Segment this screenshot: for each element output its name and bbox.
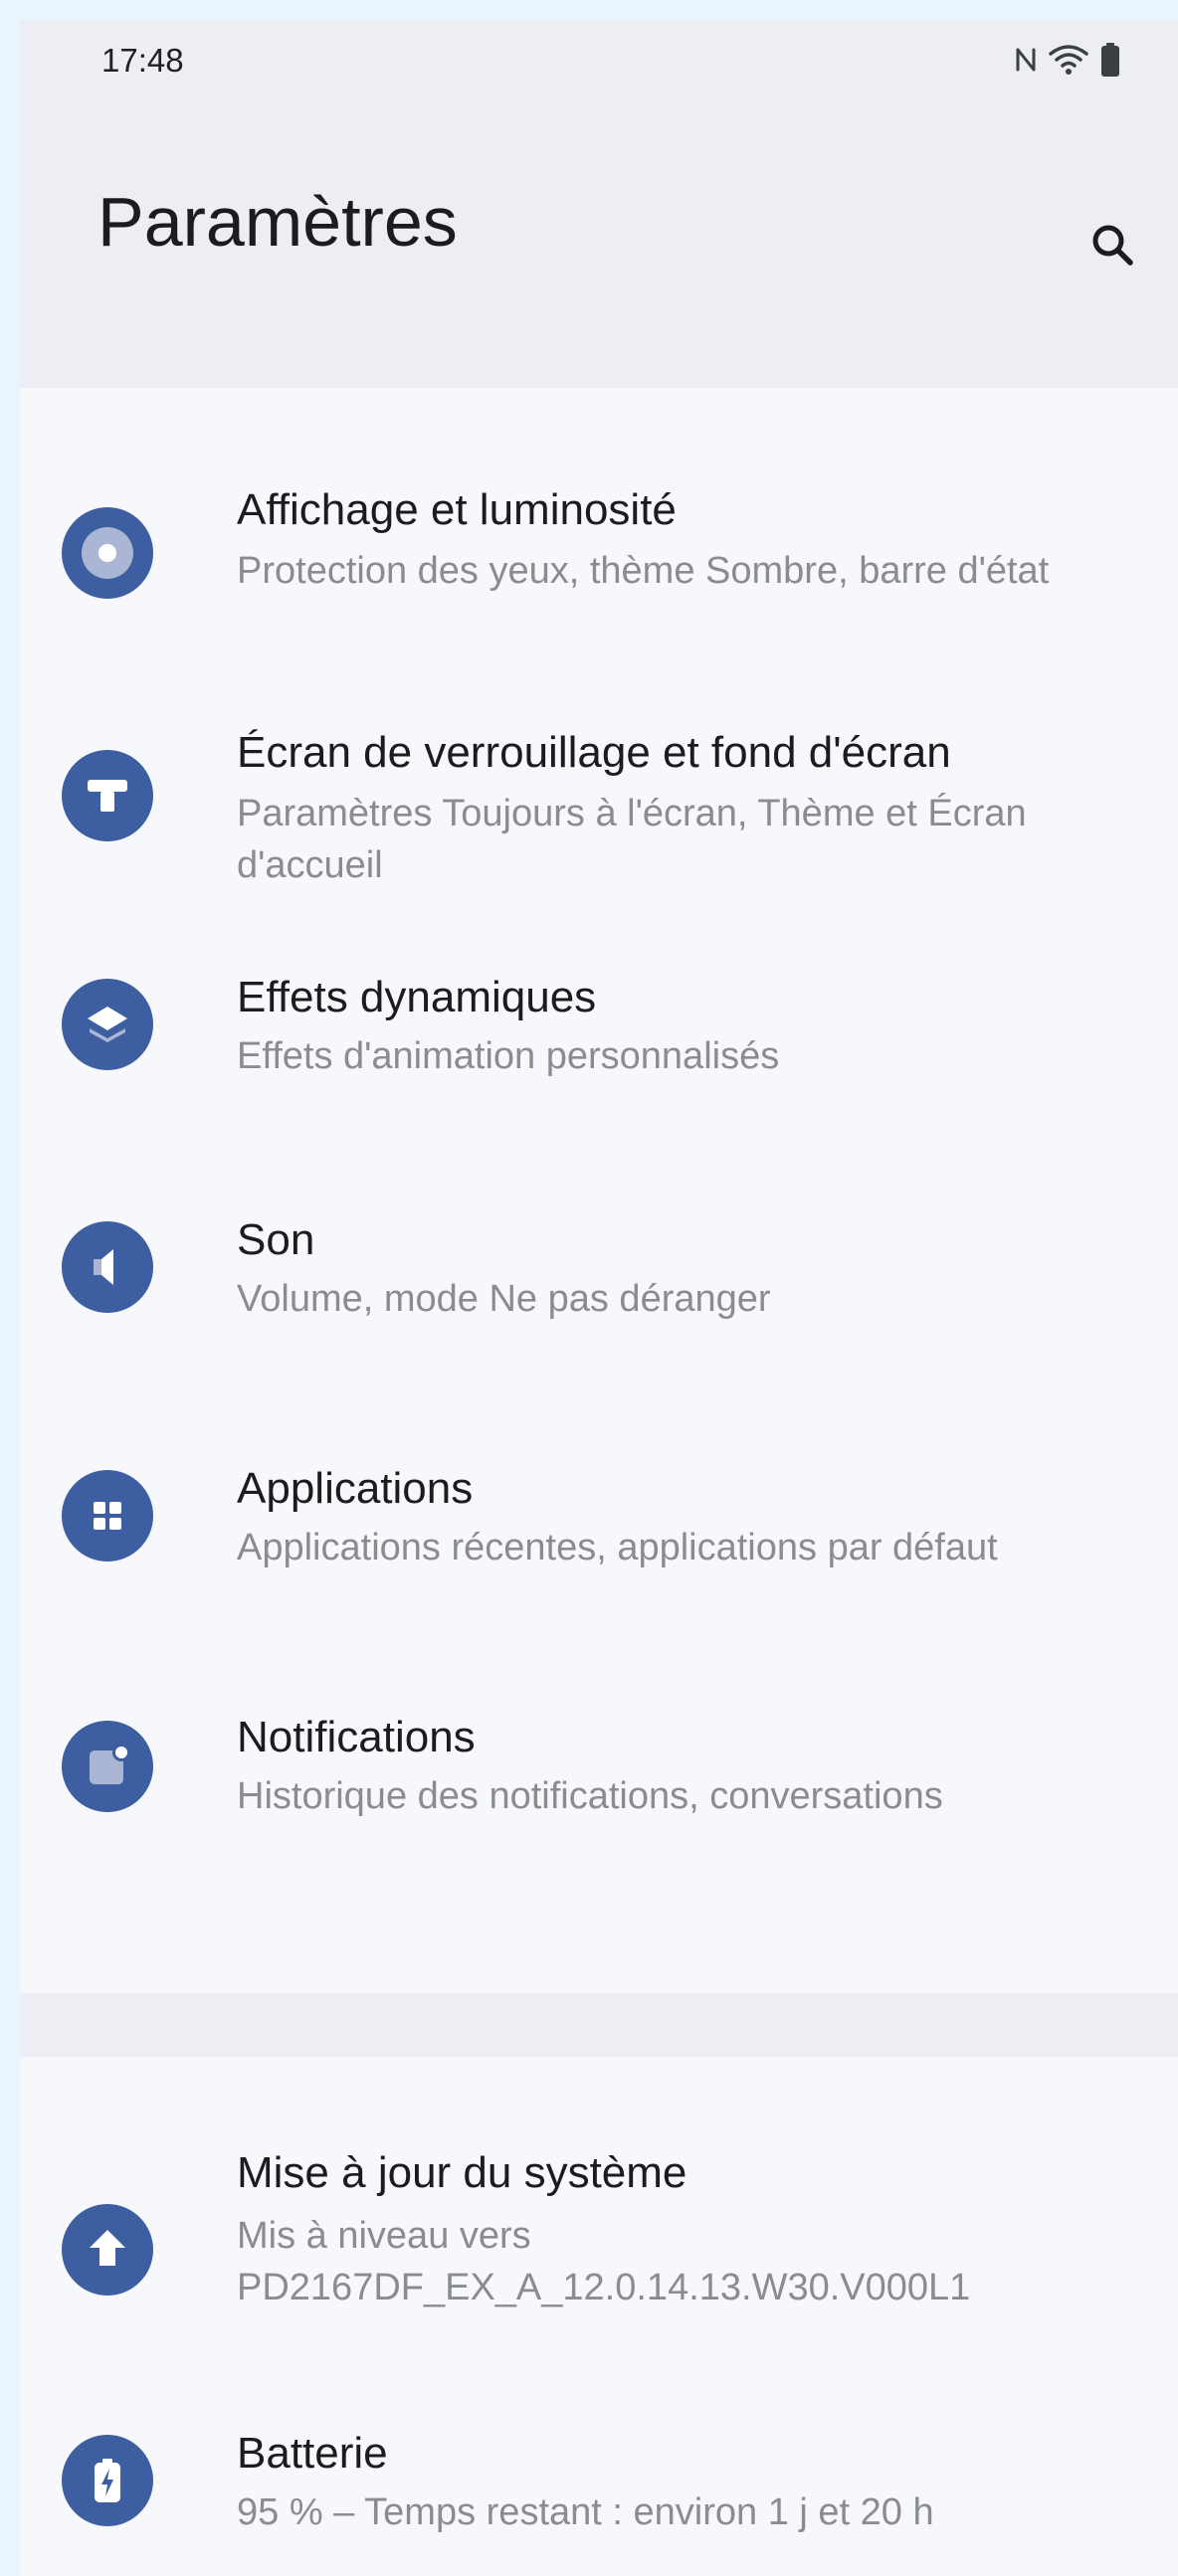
settings-screen: 17:48 Paramètres Affichage et luminosité… [20,20,1178,2576]
settings-item-subtitle: Applications récentes, applications par … [237,1527,998,1568]
settings-item-subtitle: Volume, mode Ne pas déranger [237,1278,771,1320]
settings-item-title: Affichage et luminosité [237,485,677,534]
battery-icon [1100,43,1120,77]
nfc-icon [1015,47,1037,73]
notifications-icon [62,1721,153,1812]
settings-item-apps[interactable]: Applications Applications récentes, appl… [20,1373,1178,1621]
dynamic-effects-icon [62,979,153,1070]
settings-item-battery[interactable]: Batterie 95 % – Temps restant : environ … [20,2335,1178,2576]
battery-charging-icon [62,2435,153,2526]
settings-item-title: Mise à jour du système [237,2148,687,2197]
settings-item-title: Applications [237,1464,474,1513]
settings-item-title: Batterie [237,2429,388,2478]
sound-icon [62,1221,153,1313]
settings-item-sound[interactable]: Son Volume, mode Ne pas déranger [20,1124,1178,1373]
settings-item-title: Écran de verrouillage et fond d'écran [237,728,951,777]
settings-item-subtitle: Paramètres Toujours à l'écran, Thème et … [237,793,1027,886]
settings-item-subtitle: Effets d'animation personnalisés [237,1035,780,1077]
settings-item-title: Notifications [237,1713,476,1761]
settings-item-lockscreen[interactable]: Écran de verrouillage et fond d'écran Pa… [20,635,1178,886]
status-time: 17:48 [101,42,184,79]
search-button[interactable] [1082,217,1142,276]
settings-item-dynamic-effects[interactable]: Effets dynamiques Effets d'animation per… [20,881,1178,1124]
settings-item-notifications[interactable]: Notifications Historique des notificatio… [20,1621,1178,1870]
settings-group-2: Mise à jour du système Mis à niveau vers… [20,2057,1178,2576]
settings-item-system-update[interactable]: Mise à jour du système Mis à niveau vers… [20,2057,1178,2335]
settings-item-display[interactable]: Affichage et luminosité Protection des y… [20,388,1178,635]
search-icon [1090,223,1134,272]
display-brightness-icon [62,507,153,599]
apps-icon [62,1470,153,1562]
settings-item-title: Effets dynamiques [237,973,597,1021]
page-title: Paramètres [98,183,458,261]
settings-group-1: Affichage et luminosité Protection des y… [20,388,1178,1993]
settings-item-subtitle: 95 % – Temps restant : environ 1 j et 20… [237,2491,934,2533]
settings-item-subtitle: Mis à niveau vers PD2167DF_EX_A_12.0.14.… [237,2215,971,2308]
status-bar: 17:48 [20,20,1178,99]
settings-item-title: Son [237,1215,315,1264]
lock-screen-wallpaper-icon [62,750,153,841]
settings-item-subtitle: Protection des yeux, thème Sombre, barre… [237,550,1050,592]
settings-item-subtitle: Historique des notifications, conversati… [237,1775,943,1817]
wifi-icon [1049,44,1088,76]
status-icons [1015,38,1120,82]
system-update-icon [62,2204,153,2296]
